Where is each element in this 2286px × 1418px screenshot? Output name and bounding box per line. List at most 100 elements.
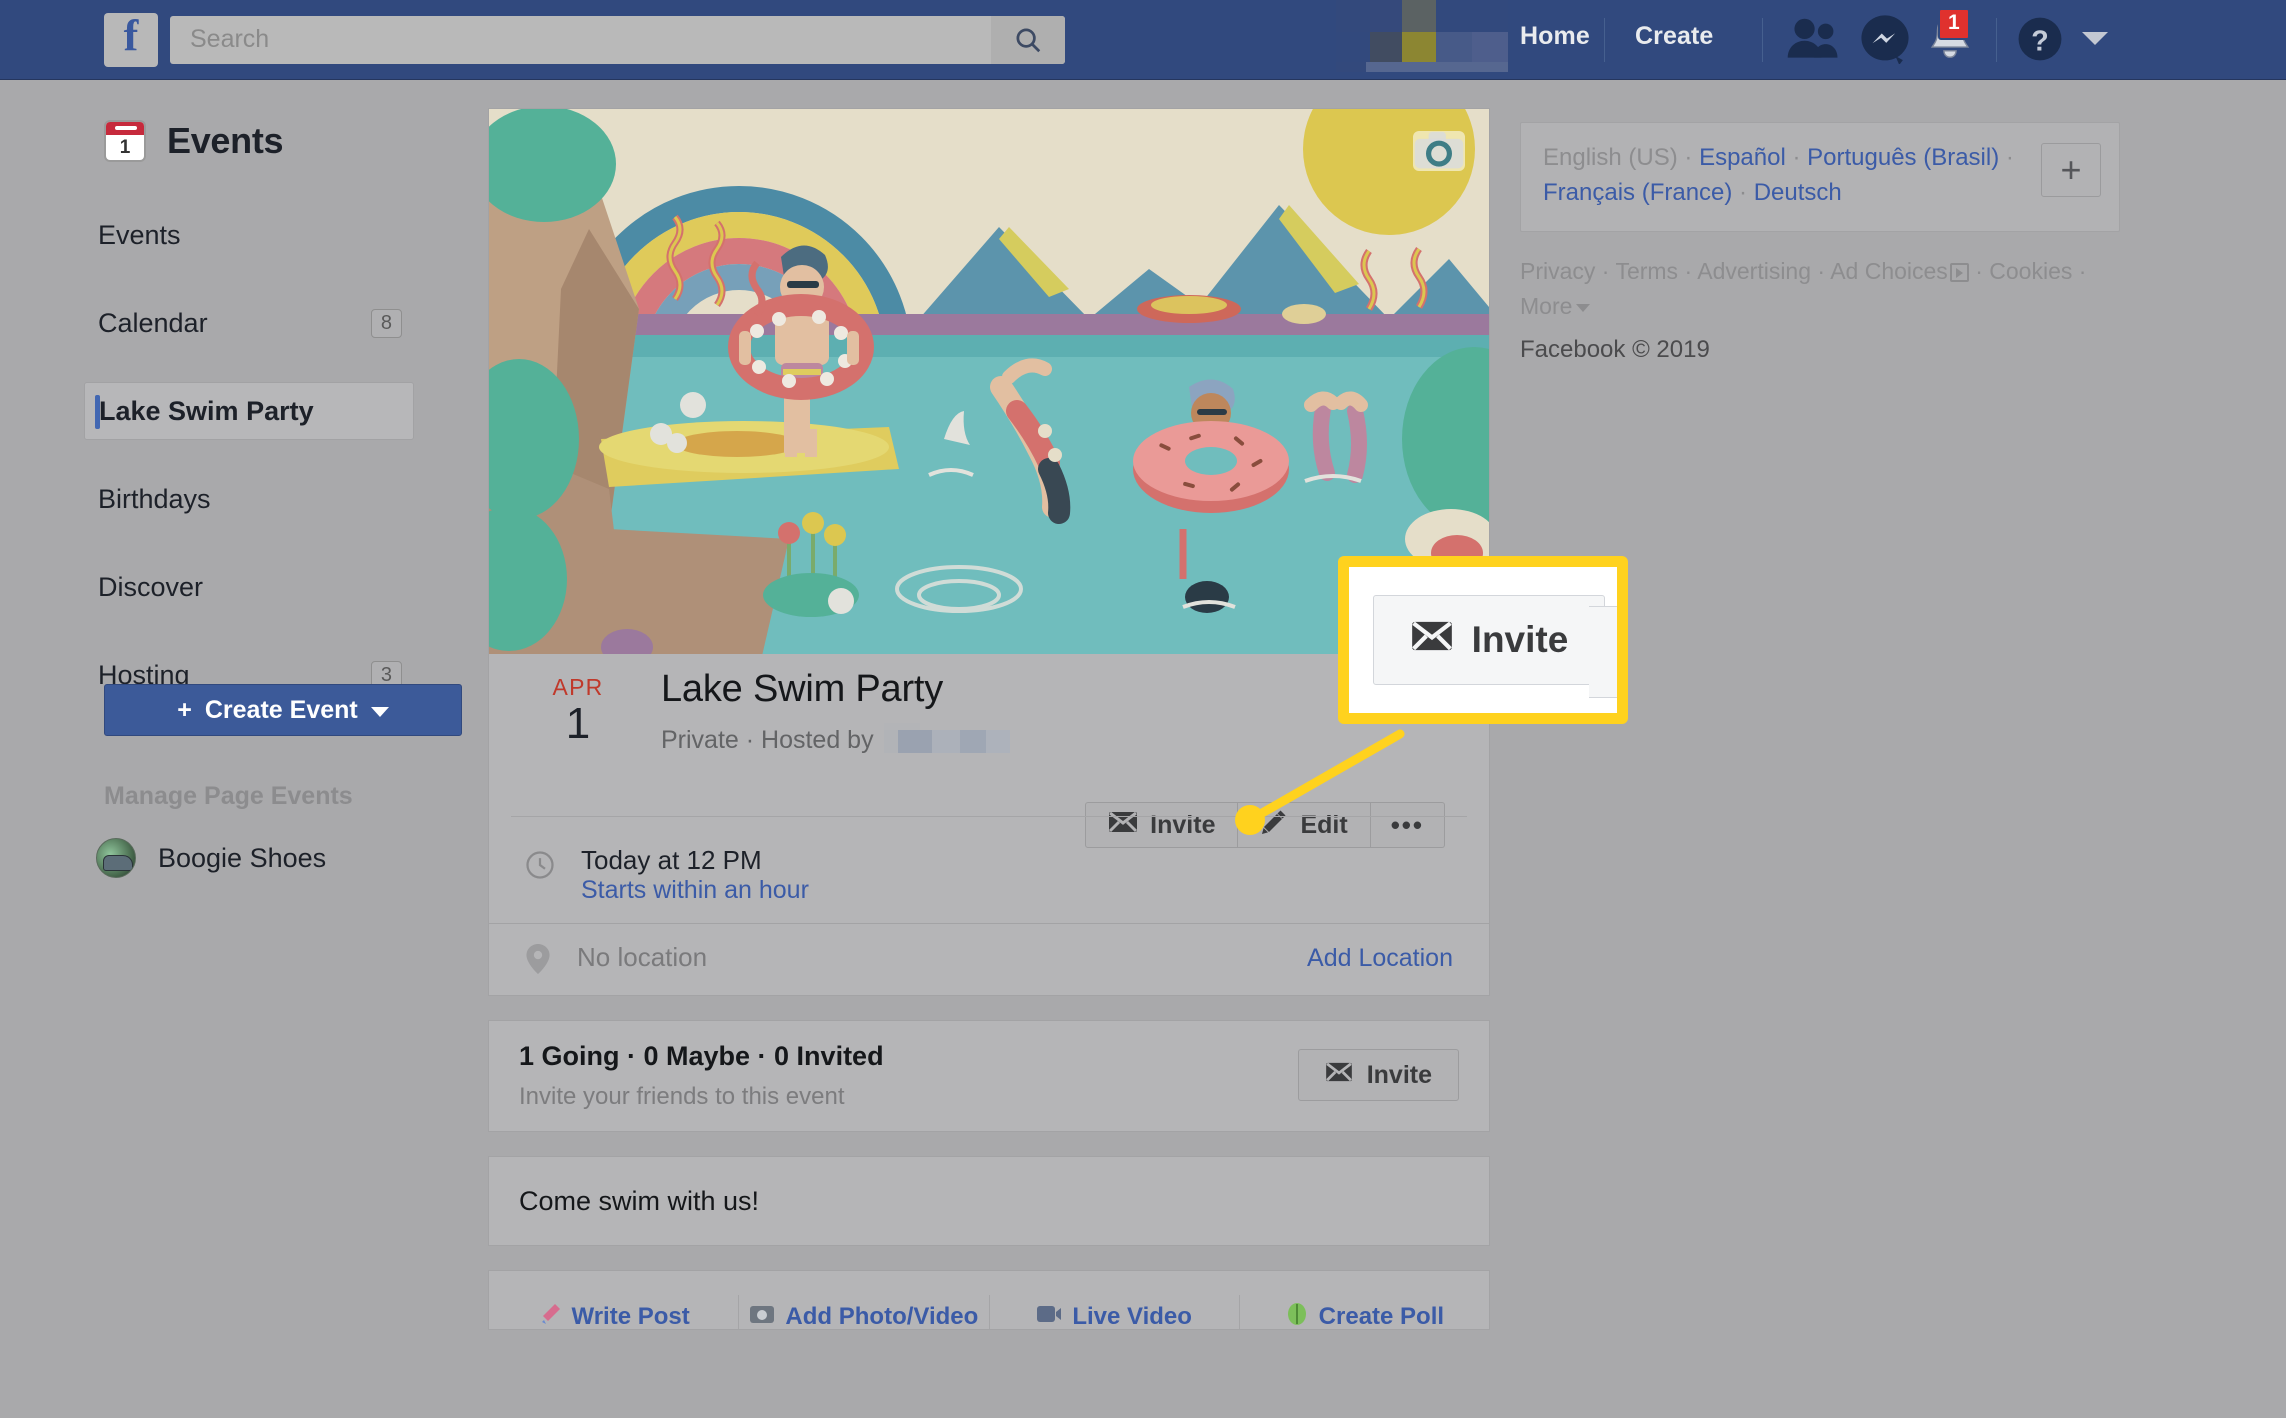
language-links: English (US) · Español · Português (Bras… (1543, 144, 2014, 206)
language-selector-card: English (US) · Español · Português (Bras… (1520, 122, 2120, 232)
rsvp-subtitle: Invite your friends to this event (519, 1083, 845, 1110)
photo-icon (749, 1302, 775, 1330)
event-date-month: APR (552, 674, 604, 700)
friend-requests-icon[interactable] (1786, 14, 1840, 69)
edit-button[interactable]: Edit (1238, 802, 1371, 848)
pen-icon (538, 1302, 562, 1330)
create-event-label: Create Event (204, 695, 358, 724)
event-date-day: 1 (565, 699, 591, 748)
camera-icon[interactable] (1413, 131, 1465, 171)
rsvp-counts: 1 Going · 0 Maybe · 0 Invited (519, 1041, 884, 1071)
search-icon[interactable] (991, 15, 1065, 64)
sidebar-item-label: Calendar (98, 307, 208, 338)
live-video-icon (1036, 1303, 1062, 1330)
callout-zoom-box: Invite (1338, 556, 1628, 724)
sidebar-item-count: 8 (370, 309, 402, 338)
search-input[interactable] (190, 25, 970, 54)
clock-icon (525, 850, 555, 885)
sidebar-page-boogie-shoes[interactable]: Boogie Shoes (96, 838, 326, 878)
sidebar-item-events[interactable]: Events (84, 206, 414, 264)
svg-text:?: ? (2031, 26, 2048, 58)
create-event-button[interactable]: + Create Event (104, 684, 462, 736)
post-composer-bar: Write Post Add Photo/Video Live Video Cr… (488, 1270, 1490, 1330)
messenger-icon[interactable] (1860, 14, 1910, 69)
plus-icon: + (177, 695, 192, 724)
language-link-fr[interactable]: Français (France) (1543, 179, 1732, 206)
callout-invite-label: Invite (1471, 619, 1569, 660)
sidebar-item-calendar[interactable]: Calendar 8 (84, 294, 414, 352)
envelope-icon (1325, 1061, 1353, 1090)
event-location-text: No location (577, 942, 708, 972)
profile-name-redacted[interactable] (1336, 0, 1508, 72)
legal-link-terms[interactable]: Terms (1615, 258, 1678, 284)
poll-icon (1285, 1302, 1309, 1330)
host-name-redacted (883, 722, 1010, 753)
top-navigation-bar: f Home Create (0, 0, 2286, 80)
account-caret-icon[interactable] (2082, 32, 2108, 45)
legal-link-more[interactable]: More (1520, 293, 1572, 319)
avatar (96, 838, 136, 878)
composer-create-poll-label: Create Poll (1318, 1303, 1445, 1330)
event-time-text: Today at 12 PM (581, 844, 762, 875)
edit-button-label: Edit (1300, 810, 1348, 839)
rsvp-summary-card: 1 Going · 0 Maybe · 0 Invited Invite you… (488, 1020, 1490, 1132)
composer-create-poll[interactable]: Create Poll (1240, 1271, 1489, 1330)
legal-link-cookies[interactable]: Cookies (1989, 258, 2072, 284)
event-time-link[interactable]: Starts within an hour (581, 876, 809, 905)
legal-link-advertising[interactable]: Advertising (1697, 258, 1811, 284)
legal-link-privacy[interactable]: Privacy (1520, 258, 1595, 284)
nav-create-link[interactable]: Create (1635, 22, 1713, 51)
envelope-icon (1108, 810, 1138, 841)
ellipsis-icon: ••• (1390, 809, 1424, 840)
add-location-link[interactable]: Add Location (1307, 944, 1453, 973)
rsvp-invite-label: Invite (1366, 1060, 1432, 1089)
invite-button-label: Invite (1150, 810, 1216, 839)
event-time-row: Today at 12 PM Starts within an hour (525, 844, 809, 906)
composer-add-photo-video[interactable]: Add Photo/Video (739, 1271, 988, 1330)
left-sidebar: 1 Events Events Calendar 8 Lake Swim Par… (0, 80, 490, 1418)
sidebar-item-label: Discover (98, 571, 204, 602)
sidebar-item-lake-swim-party[interactable]: Lake Swim Party (84, 382, 414, 440)
event-location-row: No location (525, 942, 707, 979)
rsvp-invite-button[interactable]: Invite (1297, 1049, 1459, 1101)
callout-partial-button (1589, 606, 1617, 698)
composer-live-video-label: Live Video (1072, 1303, 1192, 1330)
language-link-pt[interactable]: Português (Brasil) (1807, 144, 1999, 171)
language-link-de[interactable]: Deutsch (1754, 179, 1842, 206)
sidebar-item-discover[interactable]: Discover (84, 558, 414, 616)
legal-link-ad-choices[interactable]: Ad Choices (1830, 258, 1948, 284)
event-location-card: No location Add Location (488, 924, 1490, 996)
help-icon[interactable]: ? (2016, 14, 2064, 69)
language-current: English (US) (1543, 144, 1678, 171)
right-sidebar: English (US) · Español · Português (Bras… (1520, 122, 2120, 368)
page-title: Events (167, 120, 284, 161)
callout-invite-button[interactable]: Invite (1373, 595, 1605, 685)
manage-page-events-header: Manage Page Events (104, 782, 353, 810)
envelope-icon (1410, 619, 1454, 662)
search-bar (170, 15, 1065, 64)
event-description-card: Come swim with us! (488, 1156, 1490, 1246)
event-privacy-host: Private · Hosted by (661, 722, 1010, 755)
copyright-text: Facebook © 2019 (1520, 335, 1710, 363)
sidebar-item-label: Birthdays (98, 483, 211, 514)
notification-count-badge: 1 (1938, 8, 1970, 41)
sidebar-item-label: Lake Swim Party (99, 395, 314, 426)
composer-live-video[interactable]: Live Video (990, 1271, 1239, 1330)
language-link-es[interactable]: Español (1699, 144, 1786, 171)
composer-write-post[interactable]: Write Post (489, 1271, 738, 1330)
calendar-icon: 1 (104, 120, 146, 162)
sidebar-item-birthdays[interactable]: Birthdays (84, 470, 414, 528)
sidebar-header: 1 Events (104, 120, 284, 162)
caret-down-icon (1576, 304, 1591, 313)
invite-button[interactable]: Invite (1085, 802, 1239, 848)
event-privacy-host-text: Private · Hosted by (661, 726, 874, 754)
pencil-icon (1260, 808, 1288, 843)
event-date-badge: APR 1 (533, 674, 623, 747)
nav-home-link[interactable]: Home (1520, 22, 1590, 51)
composer-write-post-label: Write Post (571, 1303, 690, 1330)
event-description-text: Come swim with us! (519, 1185, 760, 1216)
legal-footer-links: Privacy · Terms · Advertising · Ad Choic… (1520, 254, 2100, 368)
facebook-logo[interactable]: f (104, 12, 158, 67)
add-language-button[interactable]: + (2041, 143, 2101, 197)
more-options-button[interactable]: ••• (1370, 802, 1445, 848)
